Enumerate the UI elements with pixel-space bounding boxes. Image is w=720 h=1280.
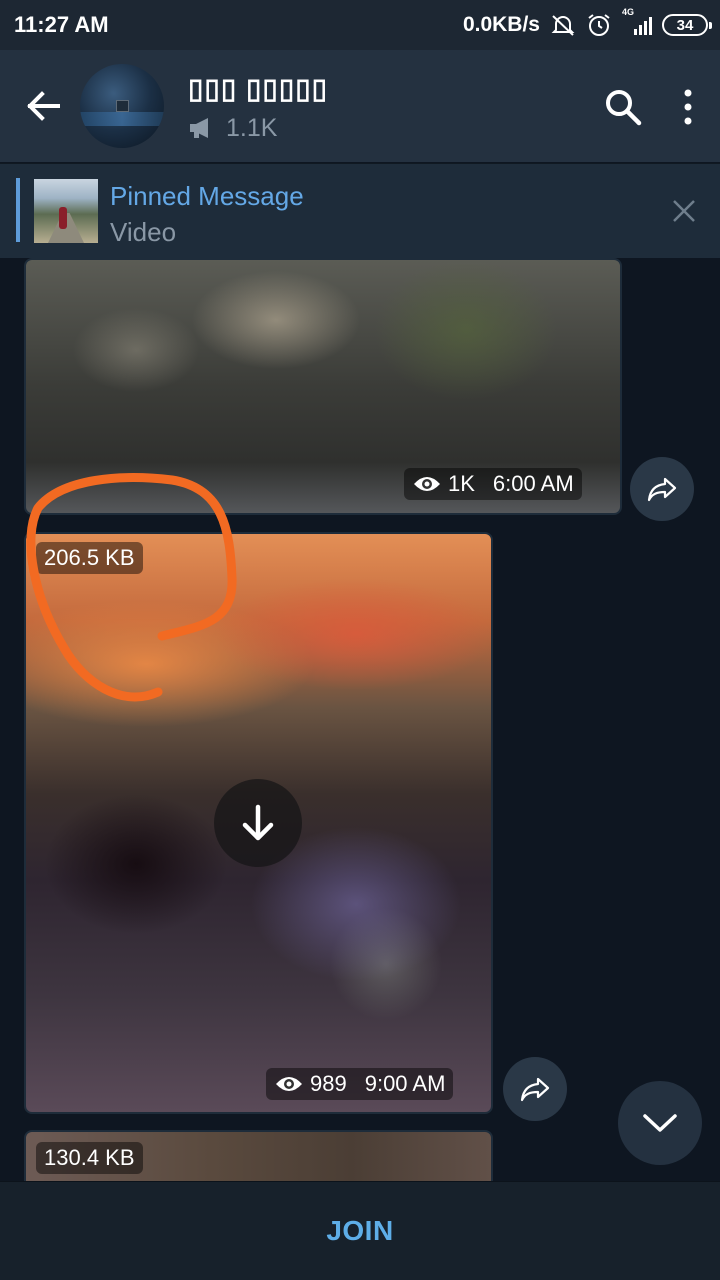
- scroll-down-button[interactable]: [618, 1081, 702, 1165]
- pinned-title: Pinned Message: [110, 181, 304, 211]
- share-button[interactable]: [630, 457, 694, 521]
- status-time: 11:27 AM: [14, 12, 109, 37]
- back-arrow-icon[interactable]: [22, 84, 66, 128]
- join-button[interactable]: JOIN: [326, 1215, 393, 1247]
- channel-title[interactable]: ▯▯▯ ▯▯▯▯▯: [188, 72, 328, 105]
- message-time: 6:00 AM: [492, 471, 574, 496]
- download-button[interactable]: [214, 779, 302, 867]
- pinned-message-bar[interactable]: Pinned Message Video: [0, 163, 720, 258]
- subscriber-count: 1.1K: [188, 114, 277, 142]
- telegram-channel-screen: 11:27 AM 0.0KB/s 4G 34 ▯▯▯ ▯▯▯▯▯ 1.1K Pi…: [0, 0, 720, 1280]
- join-bar: JOIN: [0, 1181, 720, 1280]
- network-speed: 0.0KB/s: [462, 13, 540, 36]
- message-meta: 989 9:00 AM: [266, 1068, 454, 1100]
- close-icon[interactable]: [670, 197, 698, 225]
- network-type: 4G: [622, 7, 635, 17]
- megaphone-icon: [190, 118, 208, 138]
- share-arrow-icon: [520, 1077, 550, 1102]
- chat-header: ▯▯▯ ▯▯▯▯▯ 1.1K: [0, 50, 720, 162]
- alarm-icon: [588, 14, 610, 36]
- pinned-thumbnail: [34, 179, 98, 243]
- eye-icon: [276, 1077, 302, 1091]
- status-bar: 11:27 AM 0.0KB/s 4G 34: [0, 0, 720, 50]
- status-icons: 0.0KB/s 4G 34: [462, 7, 712, 39]
- share-button[interactable]: [503, 1057, 567, 1121]
- view-count: 989: [310, 1071, 347, 1096]
- search-icon[interactable]: [602, 86, 644, 128]
- message-meta: 1K 6:00 AM: [404, 468, 582, 500]
- file-size-badge: 130.4 KB: [36, 1142, 143, 1174]
- message-time: 9:00 AM: [364, 1071, 446, 1096]
- annotation-circle: [26, 473, 237, 702]
- subscriber-count-label: 1.1K: [226, 113, 278, 142]
- view-count: 1K: [448, 471, 475, 496]
- download-arrow-icon: [242, 804, 274, 841]
- signal-icon: 4G: [622, 7, 652, 35]
- mute-bell-icon: [551, 15, 575, 36]
- channel-avatar[interactable]: [80, 64, 164, 148]
- chevron-down-icon: [643, 1114, 677, 1132]
- share-arrow-icon: [647, 477, 677, 502]
- eye-icon: [414, 477, 440, 491]
- pinned-accent-bar: [16, 178, 20, 242]
- pinned-subtitle: Video: [110, 217, 177, 247]
- battery-indicator: 34: [662, 14, 712, 36]
- more-vertical-icon[interactable]: [676, 86, 700, 128]
